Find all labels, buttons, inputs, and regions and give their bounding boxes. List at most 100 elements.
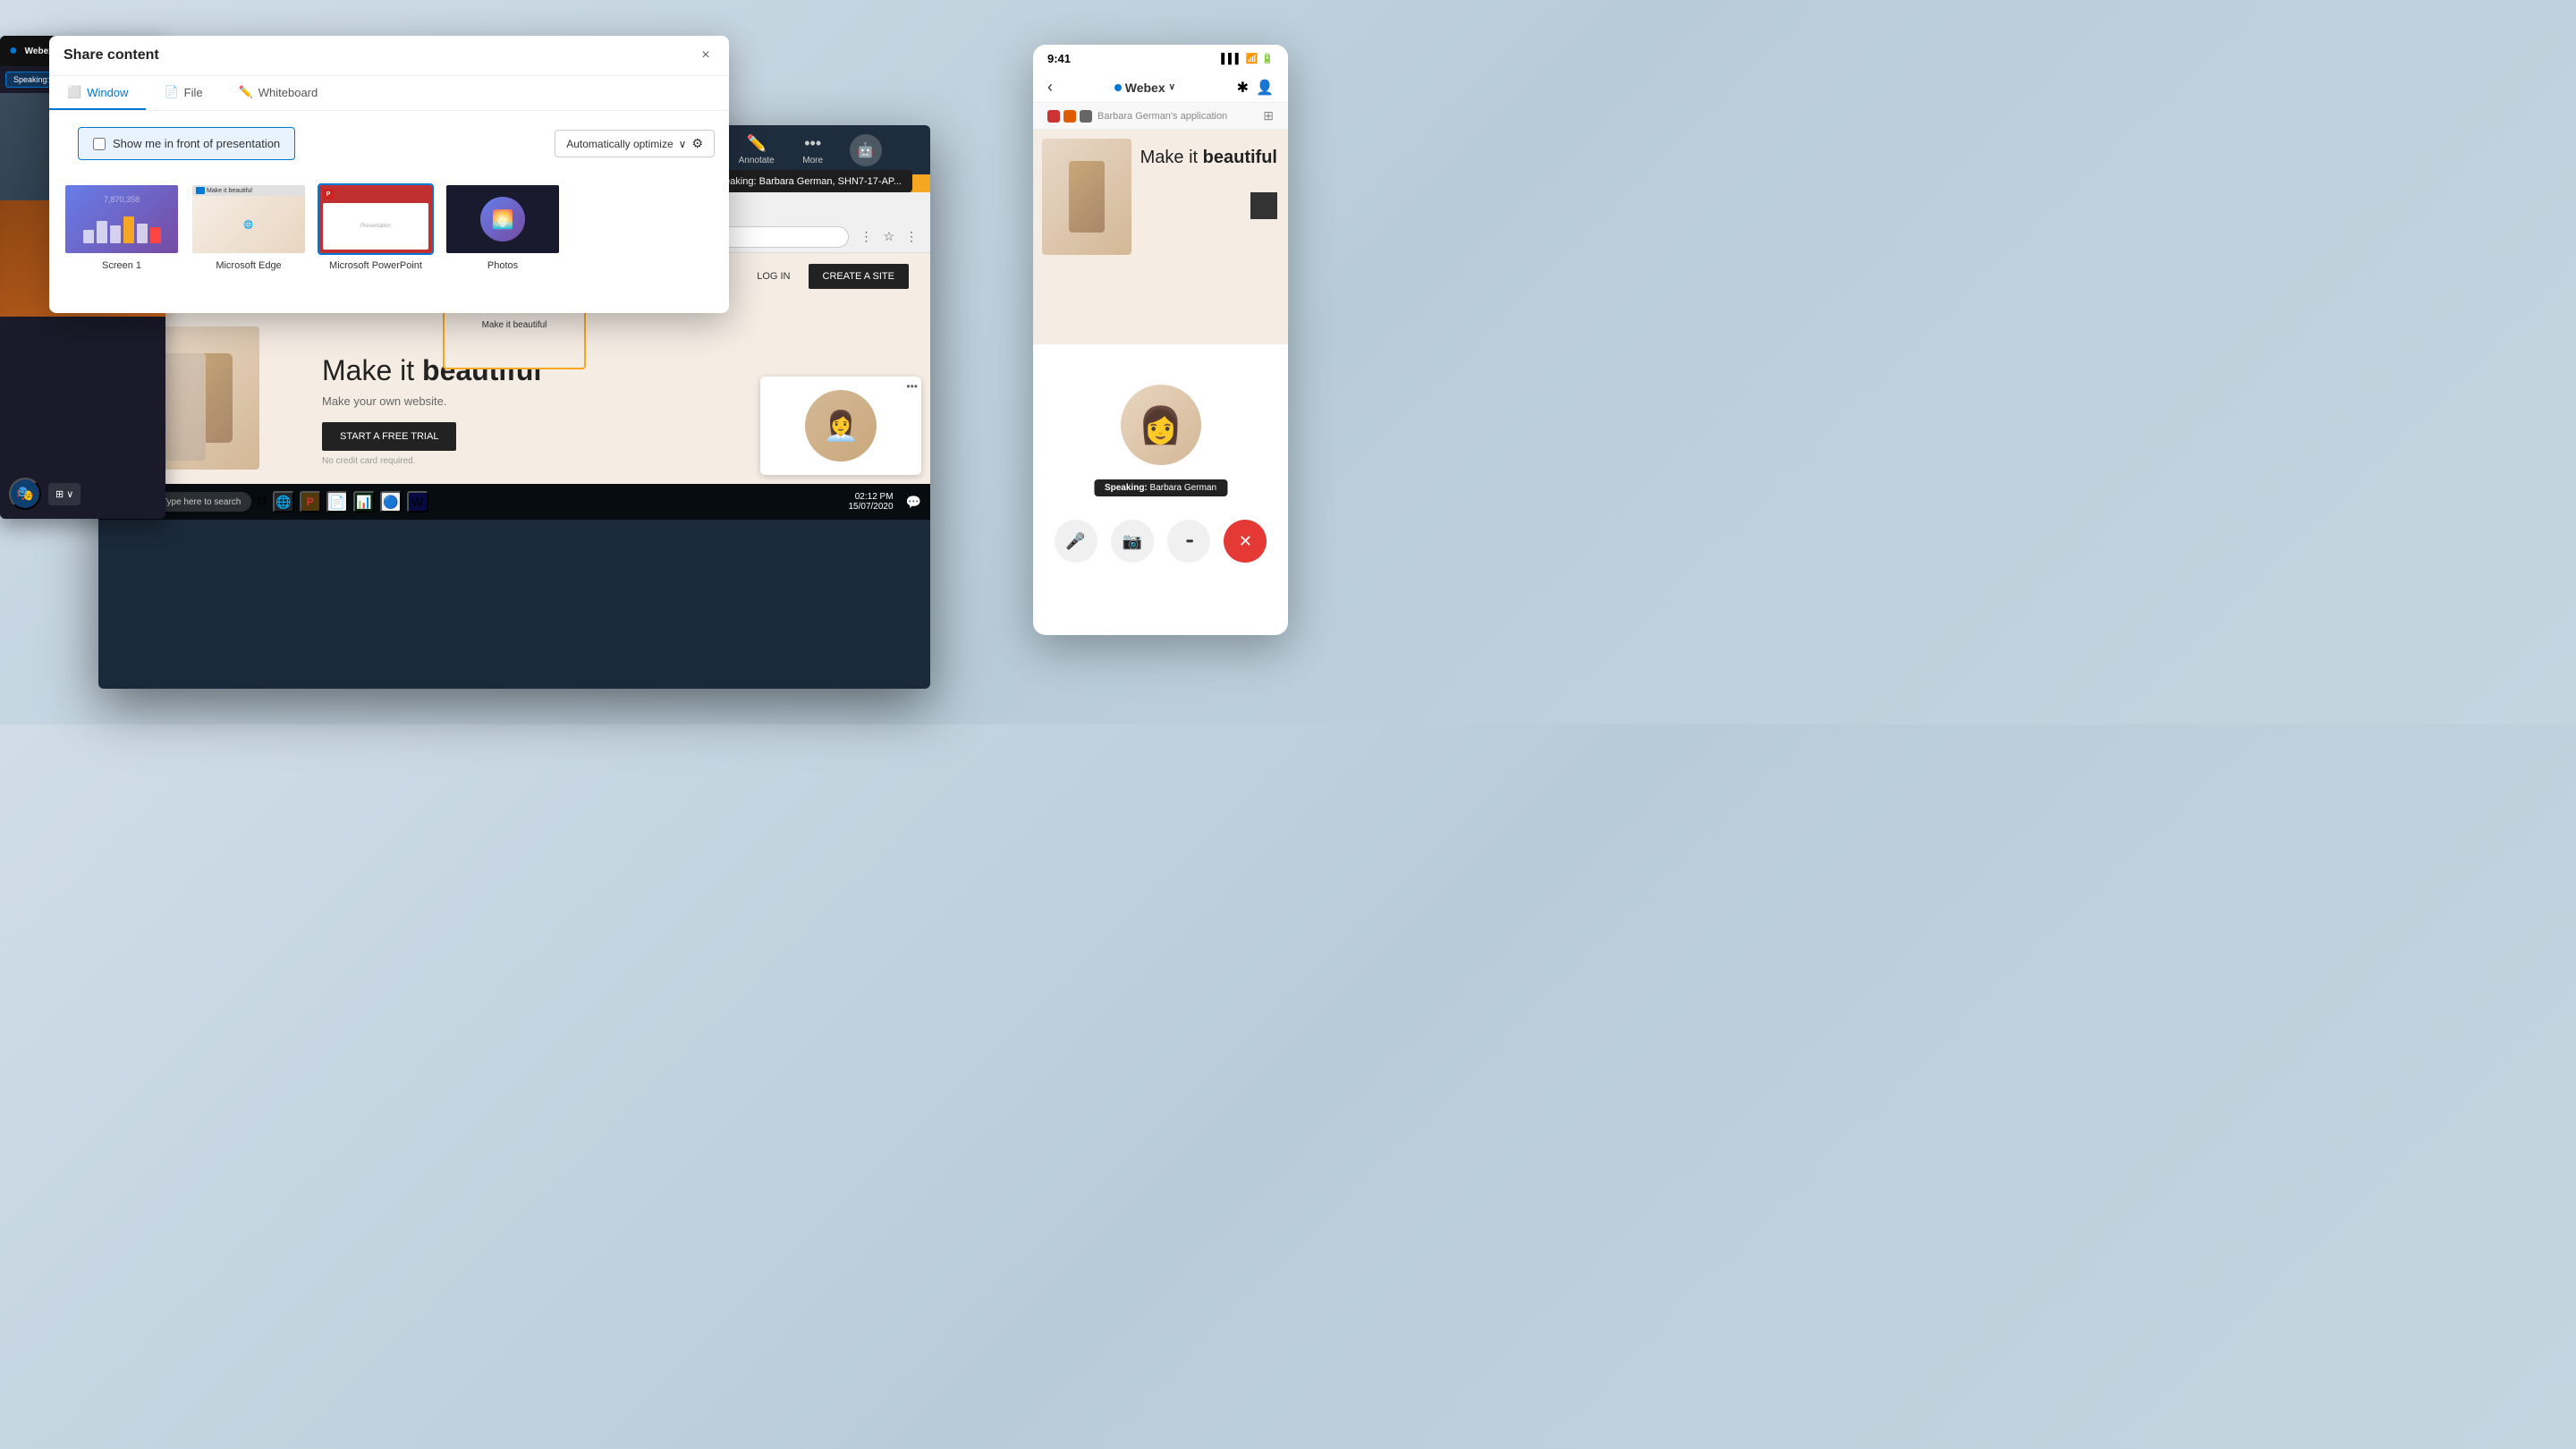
phone-end-call-button[interactable]: ✕: [1224, 520, 1267, 563]
bar-3: [110, 225, 121, 243]
layout-button[interactable]: ⊞ ∨: [48, 483, 80, 505]
annotate-icon: ✏️: [746, 134, 766, 153]
phone-mute-icon: 🎤: [1065, 532, 1085, 551]
phone-header-actions: ✱ 👤: [1237, 79, 1274, 97]
mobile-phone: 9:41 ▌▌▌ 📶 🔋 ‹ Webex ∨ ✱ 👤 Barbara Germa…: [1033, 45, 1288, 635]
search-placeholder: Type here to search: [162, 497, 241, 507]
ppt-taskbar-icon[interactable]: P: [300, 491, 321, 513]
bar-6: [150, 227, 161, 243]
taskbar-date: 15/07/2020: [849, 502, 894, 512]
speaker-video-overlay: ••• 👩‍💼: [760, 377, 921, 475]
annotate-button[interactable]: ✏️ Annotate: [730, 131, 784, 169]
chrome-taskbar-icon[interactable]: 🔵: [380, 491, 402, 513]
taskbar-icons: 🔍 Type here to search ⧉ 🌐 P 📄 📊 🔵 W: [134, 491, 843, 513]
auto-optimize-button[interactable]: Automatically optimize ∨ ⚙: [555, 130, 715, 157]
share-content-dialog: Share content × ⬜ Window 📄 File ✏️ White…: [49, 36, 729, 313]
edge-taskbar-icon[interactable]: 🌐: [273, 491, 294, 513]
excel-taskbar-icon[interactable]: 📊: [353, 491, 375, 513]
tab-file[interactable]: 📄 File: [146, 76, 220, 110]
dialog-title: Share content: [64, 47, 159, 64]
phone-headline: Make it beautiful: [1140, 148, 1277, 168]
tab-window-label: Window: [87, 86, 128, 99]
layout-chevron: ∨: [66, 488, 73, 500]
phone-end-icon: ✕: [1239, 532, 1252, 551]
phone-video-button[interactable]: 📷: [1111, 520, 1154, 563]
edge-tab-text: Make it beautiful: [207, 188, 252, 194]
chevron-down-icon: ∨: [679, 138, 687, 150]
phone-speaker-avatar: 👩: [1121, 385, 1201, 465]
preview-content: Make it beautiful: [479, 317, 551, 334]
notifications-button[interactable]: 💬: [906, 495, 921, 510]
overlay-menu-icon[interactable]: •••: [906, 380, 918, 393]
phone-time: 9:41: [1047, 52, 1071, 65]
phone-squarespace: Make it beautiful: [1033, 130, 1288, 344]
phone-speaking-label: Speaking: Barbara German: [1094, 479, 1227, 496]
more-button[interactable]: ••• More: [791, 131, 835, 169]
phone-mute-button[interactable]: 🎤: [1055, 520, 1097, 563]
phone-more-icon: •••: [1186, 535, 1192, 547]
phone-headline-2: beautiful: [1203, 148, 1277, 167]
more-icon: •••: [804, 134, 821, 153]
ppt-content: Presentation: [360, 224, 391, 229]
bookmark-button[interactable]: ☆: [879, 225, 898, 248]
phone-content: Make it beautiful: [1033, 130, 1288, 344]
edge-preview: Make it beautiful 🌐: [191, 183, 307, 255]
webex-avatar-button[interactable]: 🤖: [850, 134, 882, 166]
task-view-button[interactable]: ⧉: [257, 494, 267, 510]
acrobat-taskbar-icon[interactable]: 📄: [326, 491, 348, 513]
dialog-options-row: Show me in front of presentation Automat…: [49, 111, 729, 176]
tab-window[interactable]: ⬜ Window: [49, 76, 146, 110]
phone-nav: ‹ Webex ∨ ✱ 👤: [1033, 72, 1288, 103]
login-button[interactable]: LOG IN: [746, 266, 801, 287]
show-me-option[interactable]: Show me in front of presentation: [78, 127, 295, 160]
app-icon-2: [1063, 110, 1076, 123]
dialog-close-button[interactable]: ×: [697, 47, 715, 64]
bluetooth-button[interactable]: ✱: [1237, 79, 1249, 97]
thumb-ppt[interactable]: P Presentation Microsoft PowerPoint: [318, 183, 434, 271]
phone-product-bottle: [1069, 161, 1105, 233]
thumb-photos[interactable]: 🌅 Photos: [445, 183, 561, 271]
show-me-checkbox[interactable]: [93, 138, 106, 150]
phone-sharing-label: Barbara German's application ⊞: [1033, 103, 1288, 130]
webex-reactions-button[interactable]: 🎭: [9, 478, 41, 510]
ppt-icon: P: [323, 189, 334, 199]
trial-button[interactable]: START A FREE TRIAL: [322, 422, 456, 451]
bar-4: [123, 216, 134, 243]
browser-extra-actions: ⋮ ☆ ⋮: [856, 225, 921, 248]
create-site-button[interactable]: CREATE A SITE: [809, 264, 910, 289]
phone-more-button[interactable]: •••: [1167, 520, 1210, 563]
show-me-label: Show me in front of presentation: [113, 137, 280, 150]
speaking-indicator-text: Speaking: Barbara German, SHN7-17-AP...: [713, 176, 902, 187]
headline-part1: Make it: [322, 354, 414, 386]
phone-back-button[interactable]: ‹: [1047, 78, 1053, 97]
photos-label: Photos: [487, 260, 518, 271]
more-browser-button[interactable]: ⋮: [902, 225, 921, 248]
expand-content-icon[interactable]: ⊞: [1263, 108, 1274, 123]
speaking-prefix: Speaking:: [1105, 483, 1148, 493]
extensions-button[interactable]: ⋮: [856, 225, 876, 248]
ppt-label: Microsoft PowerPoint: [329, 260, 422, 271]
whiteboard-icon: ✏️: [239, 85, 253, 99]
phone-decoration: [1250, 192, 1277, 219]
auto-optimize-label: Automatically optimize: [566, 138, 673, 150]
thumb-screen1[interactable]: 7,870,358 Screen 1: [64, 183, 180, 271]
taskbar-time: 02:12 PM: [855, 492, 894, 502]
tab-whiteboard-label: Whiteboard: [258, 86, 318, 99]
word-taskbar-icon[interactable]: W: [407, 491, 428, 513]
tab-whiteboard[interactable]: ✏️ Whiteboard: [221, 76, 336, 110]
battery-icon: 🔋: [1261, 53, 1274, 64]
edge-content-preview: 🌐: [243, 220, 253, 230]
phone-status-icons: ▌▌▌ 📶 🔋: [1221, 53, 1274, 64]
bar-1: [83, 230, 94, 243]
app-icon-1: [1047, 110, 1060, 123]
phone-hero-text: Make it beautiful: [1140, 148, 1277, 168]
thumb-edge[interactable]: Make it beautiful 🌐 Microsoft Edge: [191, 183, 307, 271]
more-label: More: [802, 156, 823, 165]
signal-icon: ▌▌▌: [1221, 54, 1241, 64]
tab-file-label: File: [184, 86, 203, 99]
profile-button[interactable]: 👤: [1256, 79, 1274, 97]
phone-headline-1: Make it: [1140, 148, 1198, 167]
dialog-titlebar: Share content ×: [49, 36, 729, 76]
edge-label: Microsoft Edge: [216, 260, 281, 271]
speaker-name: Barbara German: [1150, 483, 1216, 493]
